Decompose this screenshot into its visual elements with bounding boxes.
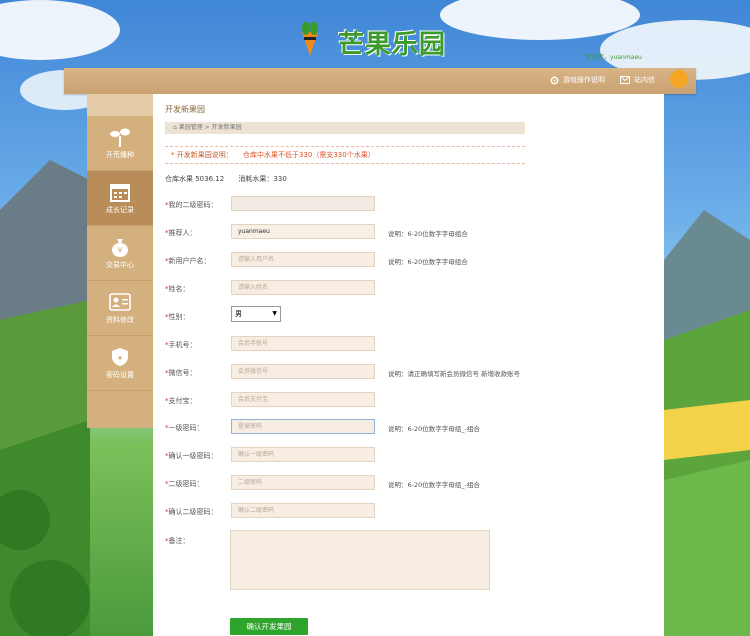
- form-row: *性别： 男 ▼: [165, 306, 655, 324]
- field-label: *备注：: [165, 537, 190, 545]
- field-label: *确认二级密码：: [165, 508, 218, 516]
- field-label: *性别：: [165, 313, 190, 321]
- field-label: *微信号：: [165, 369, 197, 377]
- gender-select[interactable]: 男 ▼: [231, 306, 281, 322]
- field-hint: 说明：6-20位数字字母组_-组合: [388, 481, 480, 489]
- sidebar-item-password[interactable]: ★ 密码设置: [87, 336, 153, 391]
- shield-icon: ★: [112, 347, 128, 366]
- carrot-mascot-icon: [302, 22, 318, 56]
- breadcrumb-current: 开发新果园: [211, 124, 242, 131]
- home-icon: ⌂: [173, 124, 177, 131]
- password2-confirm-input[interactable]: 确认二级密码: [231, 503, 375, 518]
- sidebar-item-label: 密码设置: [106, 370, 134, 379]
- field-hint: 说明：请正确填写新会员微信号 新增收款账号: [388, 370, 521, 378]
- calendar-icon: [110, 183, 130, 202]
- remark-textarea[interactable]: [230, 530, 490, 590]
- sidebar-item-label: 开荒播种: [106, 150, 134, 159]
- notice-box: * 开发新果园说明： 仓库中水果不低于330（需支330个水果）: [165, 146, 525, 164]
- form-row: *手机号： 会员手机号: [165, 336, 655, 352]
- welcome-text: 欢迎您，yuanmaeu: [586, 54, 642, 61]
- help-link[interactable]: 游戏操作说明: [550, 75, 605, 85]
- top-bar: 游戏操作说明 站内信: [64, 68, 696, 94]
- referrer-input[interactable]: yuanmaeu: [231, 224, 375, 239]
- username-input[interactable]: 请输入用户名: [231, 252, 375, 267]
- phone-input[interactable]: 会员手机号: [231, 336, 375, 351]
- field-label: *姓名：: [165, 285, 190, 293]
- second-password-input[interactable]: [231, 196, 375, 211]
- svg-text:¥: ¥: [117, 246, 122, 255]
- stock-label: 仓库水果 5036.12: [165, 175, 225, 183]
- breadcrumb: ⌂ 果园管理 > 开发新果园: [165, 122, 525, 134]
- form-row: *推荐人： yuanmaeu 说明：6-20位数字字母组合: [165, 224, 655, 240]
- sidebar-top: [87, 94, 153, 116]
- mascot-avatar: [670, 70, 688, 88]
- sidebar-item-label: 交易中心: [106, 260, 134, 269]
- form-row: *支付宝： 会员支付宝: [165, 392, 655, 408]
- mountain-right: [664, 210, 750, 636]
- logo: 芒果乐园: [296, 18, 456, 60]
- main-panel: 开发新果园 ⌂ 果园管理 > 开发新果园 * 开发新果园说明： 仓库中水果不低于…: [153, 94, 664, 636]
- gear-icon: [550, 76, 559, 84]
- wechat-input[interactable]: 会员微信号: [231, 364, 375, 379]
- sidebar-item-label: 资料修改: [106, 315, 134, 324]
- form-row: *二级密码： 二级密码 说明：6-20位数字字母组_-组合: [165, 475, 655, 491]
- mail-link[interactable]: 站内信: [620, 75, 655, 85]
- field-label: *支付宝：: [165, 397, 197, 405]
- notice-label: * 开发新果园说明：: [171, 151, 233, 159]
- gender-value: 男: [235, 310, 242, 318]
- stock-info: 仓库水果 5036.12 消耗水果：330: [165, 174, 299, 184]
- field-label: *手机号：: [165, 341, 197, 349]
- sprout-icon: [110, 128, 130, 147]
- password2-input[interactable]: 二级密码: [231, 475, 375, 490]
- form-row: *我的二级密码：: [165, 196, 655, 212]
- notice-text: 仓库中水果不低于330（需支330个水果）: [242, 151, 375, 159]
- field-hint: 说明：6-20位数字字母组合: [388, 258, 468, 266]
- form-row: *确认一级密码： 确认一级密码: [165, 447, 655, 463]
- logo-text: 芒果乐园: [338, 30, 447, 60]
- dropdown-arrow-icon: ▼: [272, 310, 277, 317]
- field-label: *一级密码：: [165, 424, 204, 432]
- password1-input[interactable]: 登录密码: [231, 419, 375, 434]
- sidebar-item-growth[interactable]: 成长记录: [87, 171, 153, 226]
- password1-confirm-input[interactable]: 确认一级密码: [231, 447, 375, 462]
- sidebar-item-label: 成长记录: [106, 205, 134, 214]
- breadcrumb-home[interactable]: 果园管理: [179, 124, 203, 131]
- form-row: *一级密码： 登录密码 说明：6-20位数字字母组_-组合: [165, 419, 655, 435]
- alipay-input[interactable]: 会员支付宝: [231, 392, 375, 407]
- id-card-icon: [109, 292, 131, 311]
- page-title: 开发新果园: [165, 105, 205, 114]
- sidebar-item-trade[interactable]: ¥ 交易中心: [87, 226, 153, 281]
- field-label: *确认一级密码：: [165, 452, 218, 460]
- help-label: 游戏操作说明: [563, 76, 605, 84]
- field-label: *推荐人：: [165, 229, 197, 237]
- svg-text:★: ★: [117, 354, 123, 362]
- form-row: *姓名： 请输入姓名: [165, 280, 655, 296]
- field-hint: 说明：6-20位数字字母组合: [388, 230, 468, 238]
- mail-label: 站内信: [634, 76, 655, 84]
- envelope-icon: [620, 76, 630, 84]
- name-input[interactable]: 请输入姓名: [231, 280, 375, 295]
- sidebar: 开荒播种 成长记录 ¥ 交易中心 资料修改 ★ 密码设置: [87, 94, 153, 428]
- submit-button[interactable]: 确认开发果园: [230, 618, 308, 635]
- sidebar-item-profile[interactable]: 资料修改: [87, 281, 153, 336]
- field-label: *我的二级密码：: [165, 201, 218, 209]
- form-row: *确认二级密码： 确认二级密码: [165, 503, 655, 519]
- mountain-left: [0, 160, 90, 636]
- sidebar-item-sow[interactable]: 开荒播种: [87, 116, 153, 171]
- money-bag-icon: ¥: [112, 238, 128, 257]
- field-label: *新用户户名：: [165, 257, 211, 265]
- form-row: *新用户户名： 请输入用户名 说明：6-20位数字字母组合: [165, 252, 655, 268]
- field-hint: 说明：6-20位数字字母组_-组合: [388, 425, 480, 433]
- breadcrumb-separator: >: [204, 124, 212, 131]
- field-label: *二级密码：: [165, 480, 204, 488]
- cost-label: 消耗水果：330: [238, 175, 287, 183]
- form-row: *微信号： 会员微信号 说明：请正确填写新会员微信号 新增收款账号: [165, 364, 655, 380]
